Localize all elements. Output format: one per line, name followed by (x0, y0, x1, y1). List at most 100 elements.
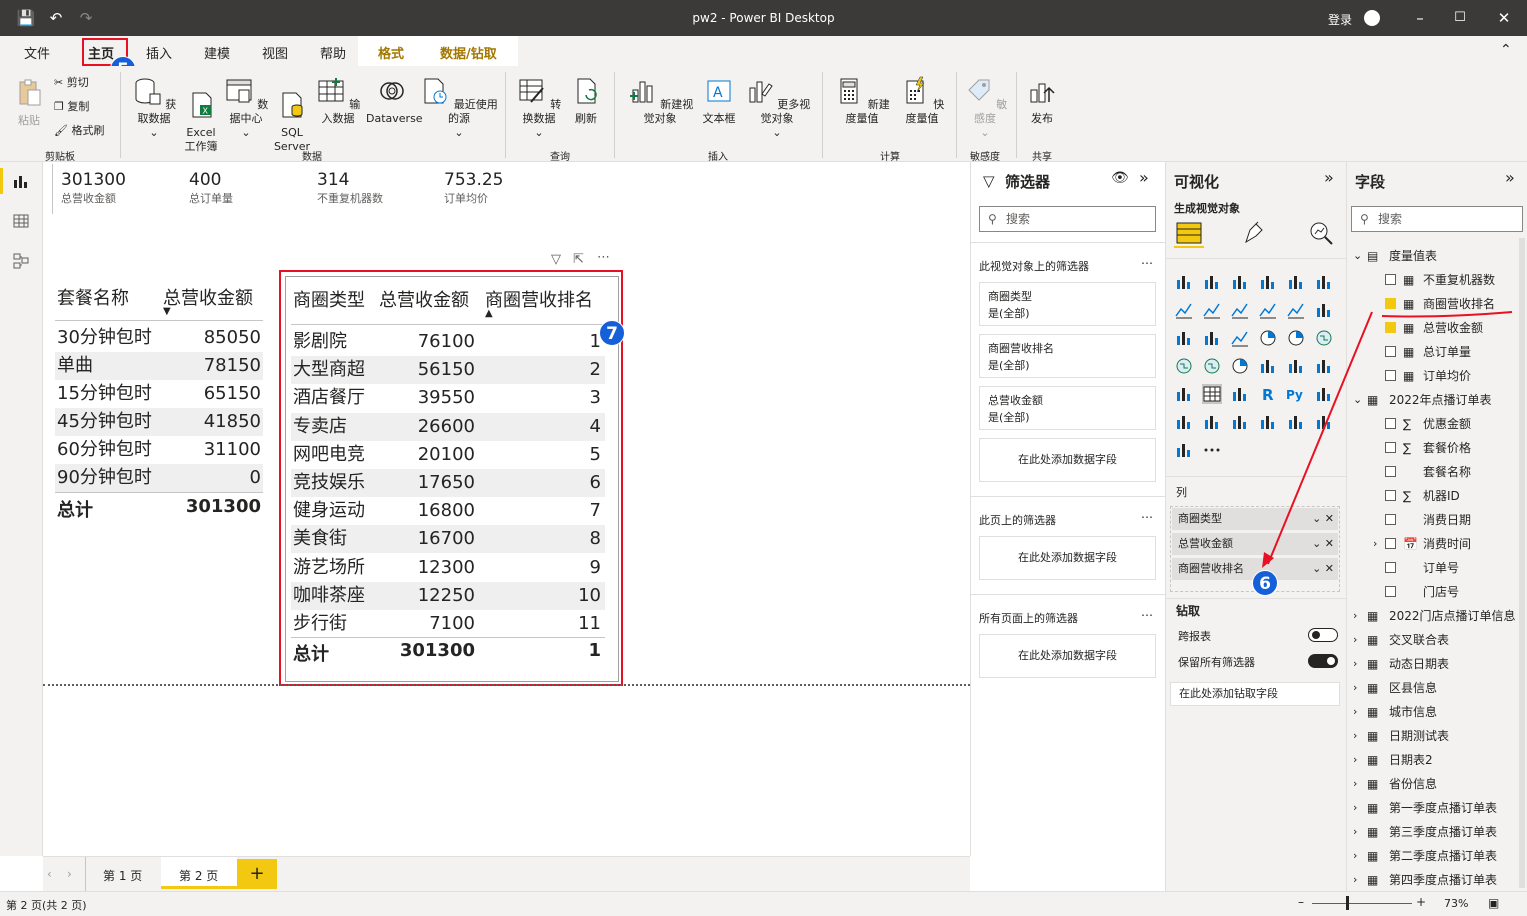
line-clustered-icon[interactable] (1286, 300, 1306, 320)
qa-icon[interactable] (1202, 412, 1222, 432)
table-icon[interactable] (1202, 384, 1222, 404)
format-painter-button[interactable]: 🖌 格式刷 (54, 124, 104, 138)
login-link[interactable]: 登录 (1328, 11, 1352, 28)
column-header-package[interactable]: 套餐名称 (57, 284, 129, 310)
field-column[interactable]: 消费日期 (1385, 508, 1515, 532)
field-table[interactable]: › ▦ 日期测试表 (1353, 724, 1515, 748)
area-chart-icon[interactable] (1202, 300, 1222, 320)
tab-help[interactable]: 帮助 (320, 43, 346, 62)
field-table[interactable]: › ▦ 第四季度点播订单表 (1353, 868, 1515, 892)
field-column[interactable]: › 📅 消费时间 (1373, 532, 1515, 556)
build-visual-tab-icon[interactable] (1174, 218, 1204, 248)
well-total-revenue[interactable]: 总营收金额 ⌄ ✕ (1172, 533, 1338, 555)
table-row[interactable]: 网吧电竞 20100 5 (291, 441, 605, 469)
field-column[interactable]: ∑ 机器ID (1385, 484, 1515, 508)
scroll-left-icon[interactable]: ‹ (47, 867, 52, 881)
table-row[interactable]: 美食街 16700 8 (291, 525, 605, 554)
filled-map-icon[interactable] (1202, 356, 1222, 376)
tab-view[interactable]: 视图 (262, 43, 288, 62)
zoom-in-icon[interactable]: + (1416, 895, 1426, 909)
card-unique-machines[interactable]: 314 不重复机器数 (317, 170, 383, 206)
field-search-input[interactable]: ⚲ 搜索 (1351, 206, 1523, 232)
table-row[interactable]: 45分钟包时 41850 (55, 408, 263, 436)
field-measure[interactable]: ▦ 总订单量 (1385, 340, 1515, 364)
table-row[interactable]: 60分钟包时 31100 (55, 436, 263, 464)
more-options-icon[interactable]: ⋯ (1141, 510, 1153, 524)
minimize-icon[interactable]: – (1410, 8, 1430, 28)
waterfall-icon[interactable] (1174, 328, 1194, 348)
donut-icon[interactable] (1286, 328, 1306, 348)
filter-search-input[interactable]: ⚲ 搜索 (979, 206, 1156, 232)
collapse-pane-icon[interactable]: » (1324, 168, 1334, 187)
data-hub-button[interactable]: 数据中心 ⌄ (222, 76, 270, 140)
keep-filters-toggle[interactable] (1308, 654, 1338, 668)
filter-card-revenue[interactable]: 总营收金额 是(全部) (979, 386, 1156, 430)
field-table[interactable]: › ▦ 区县信息 (1353, 676, 1515, 700)
clustered-column-icon[interactable] (1258, 272, 1278, 292)
field-table[interactable]: › ▦ 第一季度点播订单表 (1353, 796, 1515, 820)
kpi-icon[interactable] (1314, 356, 1334, 376)
cross-report-toggle[interactable] (1308, 628, 1338, 642)
dataverse-button[interactable]: Dataverse (366, 76, 423, 126)
excel-button[interactable]: X Excel 工作簿 (182, 76, 220, 154)
close-icon[interactable]: ✕ (1494, 8, 1514, 28)
100-bar-icon[interactable] (1286, 272, 1306, 292)
field-measure[interactable]: ▦ 订单均价 (1385, 364, 1515, 388)
field-measure[interactable]: ▦ 不重复机器数 (1385, 268, 1515, 292)
column-header-district-type[interactable]: 商圈类型 (293, 286, 365, 312)
report-view-icon[interactable] (12, 172, 30, 190)
recent-sources-button[interactable]: 最近使用的源 ⌄ (420, 76, 498, 140)
field-table[interactable]: › ▦ 城市信息 (1353, 700, 1515, 724)
matrix-icon[interactable] (1230, 384, 1250, 404)
more-icon[interactable] (1202, 440, 1222, 460)
sql-server-button[interactable]: SQL Server (272, 76, 312, 154)
sensitivity-button[interactable]: 敏感度 ⌄ (962, 76, 1008, 140)
scatter-icon[interactable] (1230, 328, 1250, 348)
maximize-icon[interactable]: ☐ (1450, 8, 1470, 28)
district-table-visual[interactable]: ▽ ⇱ ⋯ 商圈类型 总营收金额 商圈营收排名 ▲ 影剧院 76100 1 大型商超 5… (279, 250, 623, 686)
textbox-button[interactable]: A 文本框 (700, 76, 738, 126)
clustered-bar-icon[interactable] (1230, 272, 1250, 292)
focus-mode-icon[interactable]: ⇱ (573, 252, 584, 267)
table-row[interactable]: 步行街 7100 11 (291, 610, 605, 638)
gauge-icon[interactable] (1230, 356, 1250, 376)
card-total-revenue[interactable]: 301300 总营收金额 (61, 170, 126, 206)
map-icon[interactable] (1174, 356, 1194, 376)
field-table[interactable]: › ▦ 第二季度点播订单表 (1353, 844, 1515, 868)
add-visual-filter-field[interactable]: 在此处添加数据字段 (979, 438, 1156, 482)
table-row[interactable]: 单曲 78150 (55, 352, 263, 380)
model-view-icon[interactable] (12, 252, 30, 270)
line-column-icon[interactable] (1258, 300, 1278, 320)
table-row[interactable]: 酒店餐厅 39550 3 (291, 384, 605, 412)
tab-data-drill[interactable]: 数据/钻取 (440, 43, 497, 62)
well-district-type[interactable]: 商圈类型 ⌄ ✕ (1172, 508, 1338, 530)
field-column[interactable]: 订单号 (1385, 556, 1515, 580)
cut-button[interactable]: ✂ 剪切 (54, 76, 89, 90)
table-row[interactable]: 90分钟包时 0 (55, 464, 263, 492)
card-total-orders[interactable]: 400 总订单量 (189, 170, 233, 206)
field-table[interactable]: › ▦ 2022门店点播订单信息 (1353, 604, 1516, 628)
publish-button[interactable]: 发布 (1022, 76, 1062, 126)
column-header-revenue[interactable]: 总营收金额 (163, 284, 253, 310)
decomposition-tree-icon[interactable] (1174, 412, 1194, 432)
refresh-button[interactable]: 刷新 (568, 76, 604, 126)
ribbon-collapse-icon[interactable]: ⌃ (1500, 42, 1512, 58)
stacked-bar-icon[interactable] (1174, 272, 1194, 292)
r-visual-icon[interactable]: R (1258, 384, 1278, 404)
metrics-icon[interactable] (1258, 412, 1278, 432)
table-row[interactable]: 竞技娱乐 17650 6 (291, 469, 605, 497)
field-column[interactable]: 门店号 (1385, 580, 1515, 604)
more-options-icon[interactable]: ⋯ (597, 250, 610, 265)
field-column[interactable]: ∑ 套餐价格 (1385, 436, 1515, 460)
package-revenue-table[interactable]: 套餐名称 总营收金额 ▼ 30分钟包时 85050 单曲 78150 15分钟包时 651… (55, 280, 263, 530)
format-visual-icon[interactable] (1242, 220, 1268, 246)
100-column-icon[interactable] (1314, 272, 1334, 292)
key-influencers-icon[interactable] (1314, 384, 1334, 404)
paginated-icon[interactable] (1230, 412, 1250, 432)
add-page-filter-field[interactable]: 在此处添加数据字段 (979, 536, 1156, 580)
funnel-icon[interactable] (1202, 328, 1222, 348)
pie-icon[interactable] (1258, 328, 1278, 348)
add-all-pages-filter-field[interactable]: 在此处添加数据字段 (979, 634, 1156, 678)
enter-data-button[interactable]: 输入数据 (314, 76, 362, 126)
more-options-icon[interactable]: ⋯ (1141, 256, 1153, 270)
